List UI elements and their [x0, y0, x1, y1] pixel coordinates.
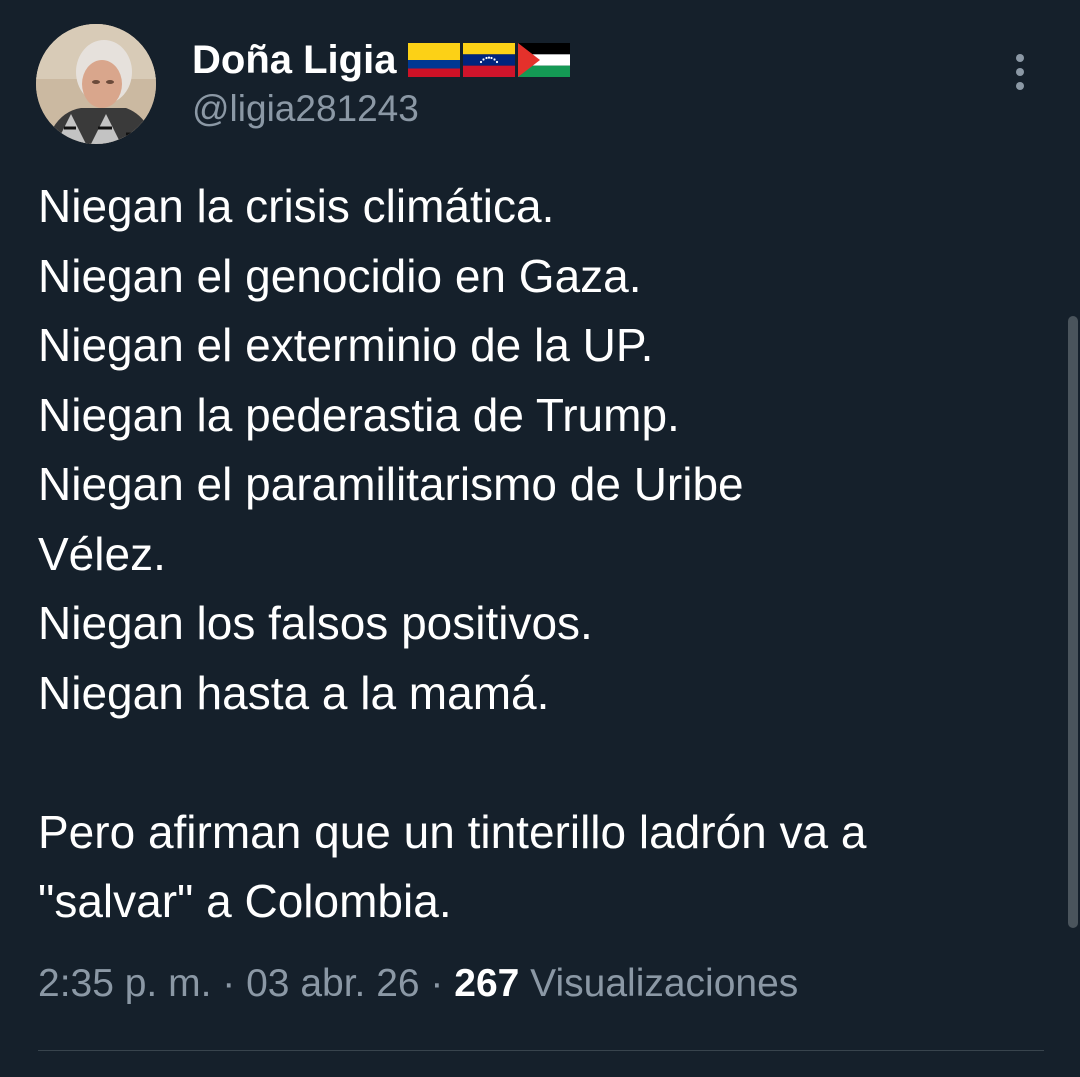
divider	[38, 1050, 1044, 1051]
meta-separator: ·	[211, 962, 247, 1005]
avatar[interactable]	[36, 24, 156, 144]
tweet-meta: 2:35 p. m. · 03 abr. 26 · 267 Visualizac…	[38, 962, 798, 1006]
tweet-text-line: Niegan la crisis climática.	[38, 180, 555, 232]
more-vertical-icon[interactable]	[1004, 50, 1036, 94]
tweet-text-line: Niegan el genocidio en Gaza.	[38, 249, 642, 302]
tweet-text-line: Pero afirman que un tinterillo ladrón va…	[38, 805, 867, 858]
meta-separator: ·	[419, 962, 455, 1005]
tweet-text-line: Niegan el exterminio de la UP.	[38, 319, 654, 371]
tweet-date[interactable]: 03 abr. 26	[246, 962, 419, 1005]
tweet-text-line: "salvar" a Colombia.	[38, 875, 452, 927]
colombia-flag-icon	[408, 43, 461, 77]
tweet-text-line: Vélez.	[38, 527, 166, 580]
tweet-text: Niegan la crisis climática. Niegan el ge…	[38, 172, 1048, 937]
author-row: Doña Ligia	[192, 34, 571, 86]
tweet-text-line: Niegan la pederastia de Trump.	[38, 388, 680, 441]
tweet-text-line: Niegan el paramilitarismo de Uribe	[38, 458, 744, 510]
scrollbar[interactable]	[1068, 316, 1078, 928]
tweet-text-line: Niegan hasta a la mamá.	[38, 666, 550, 719]
views-label: Visualizaciones	[519, 962, 799, 1005]
author-display-name[interactable]: Doña Ligia	[192, 38, 396, 83]
palestine-flag-icon	[518, 43, 571, 77]
tweet-time[interactable]: 2:35 p. m.	[38, 962, 211, 1005]
author-flags	[408, 43, 571, 77]
views-count: 267	[454, 962, 520, 1005]
tweet-text-line: Niegan los falsos positivos.	[38, 597, 593, 649]
venezuela-flag-icon	[463, 43, 516, 77]
author-handle[interactable]: @ligia281243	[192, 88, 419, 130]
